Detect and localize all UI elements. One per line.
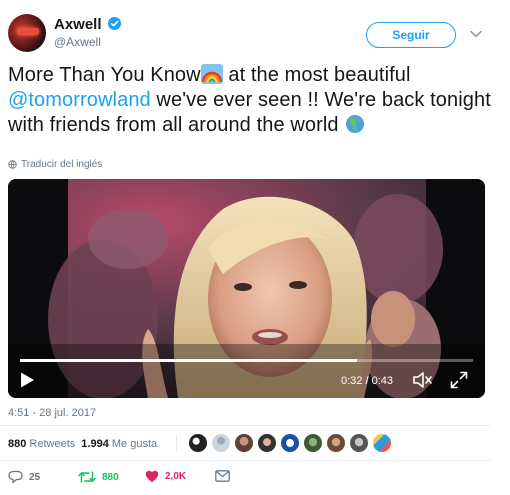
tweet-stats: 880 Retweets 1.994 Me gusta [8, 438, 157, 450]
tweet-timestamp[interactable]: 4:51 - 28 jul. 2017 [8, 407, 96, 419]
likes-label: Me gusta [111, 438, 158, 450]
author-handle[interactable]: @Axwell [54, 35, 101, 49]
liker-avatars [188, 433, 392, 453]
author-name[interactable]: Axwell [54, 16, 102, 33]
liker-avatar[interactable] [234, 433, 254, 453]
retweet-count: 880 [102, 471, 119, 483]
translate-link[interactable]: Traducir del inglés [8, 159, 102, 170]
video-progress-fill [20, 359, 358, 362]
retweet-button[interactable]: 880 [78, 470, 119, 484]
tweet-text: More Than You Know at the most beautiful… [8, 63, 498, 138]
heart-icon [145, 470, 159, 483]
retweets-label: Retweets [29, 438, 76, 450]
liker-avatar[interactable] [372, 433, 392, 453]
retweets-stat[interactable]: 880 Retweets [8, 438, 75, 450]
reply-icon [8, 470, 23, 484]
rainbow-emoji-icon [200, 64, 223, 84]
liker-avatar[interactable] [280, 433, 300, 453]
reply-button[interactable]: 25 [8, 470, 40, 484]
liker-avatar[interactable] [188, 433, 208, 453]
video-time: 0:32 / 0:43 [341, 375, 393, 387]
tweet-card: Axwell @Axwell Seguir More Than You Know… [0, 0, 510, 495]
liker-avatar[interactable] [303, 433, 323, 453]
liker-avatar[interactable] [326, 433, 346, 453]
globe-africa-emoji-icon [346, 115, 365, 133]
video-player[interactable]: 0:32 / 0:43 [8, 179, 485, 398]
divider [0, 460, 490, 461]
tweet-text-part: More Than You Know [8, 64, 201, 86]
reply-count: 25 [29, 471, 41, 483]
globe-icon [8, 160, 17, 169]
author-avatar[interactable] [8, 14, 46, 52]
volume-muted-icon[interactable] [412, 371, 432, 389]
retweet-icon [78, 471, 96, 483]
divider [176, 435, 177, 451]
direct-message-button[interactable] [215, 470, 230, 482]
video-frame-image [8, 179, 485, 398]
avatar-visor [17, 28, 39, 35]
play-icon[interactable] [18, 371, 36, 389]
divider [0, 425, 490, 426]
retweets-count: 880 [8, 438, 27, 450]
follow-button[interactable]: Seguir [366, 22, 456, 48]
chevron-down-icon[interactable] [470, 30, 482, 38]
liker-avatar[interactable] [211, 433, 231, 453]
fullscreen-icon[interactable] [450, 371, 468, 389]
like-button[interactable]: 2,0K [145, 470, 186, 483]
tweet-text-part: at the most beautiful [222, 64, 411, 86]
mention-link[interactable]: @tomorrowland [8, 89, 151, 111]
translate-label: Traducir del inglés [21, 159, 103, 170]
likes-stat[interactable]: 1.994 Me gusta [81, 438, 157, 450]
video-progress-bar[interactable] [20, 359, 473, 362]
likes-count: 1.994 [81, 438, 109, 450]
liker-avatar[interactable] [349, 433, 369, 453]
verified-badge-icon [108, 17, 121, 30]
like-count: 2,0K [165, 471, 187, 482]
liker-avatar[interactable] [257, 433, 277, 453]
envelope-icon [215, 470, 230, 482]
